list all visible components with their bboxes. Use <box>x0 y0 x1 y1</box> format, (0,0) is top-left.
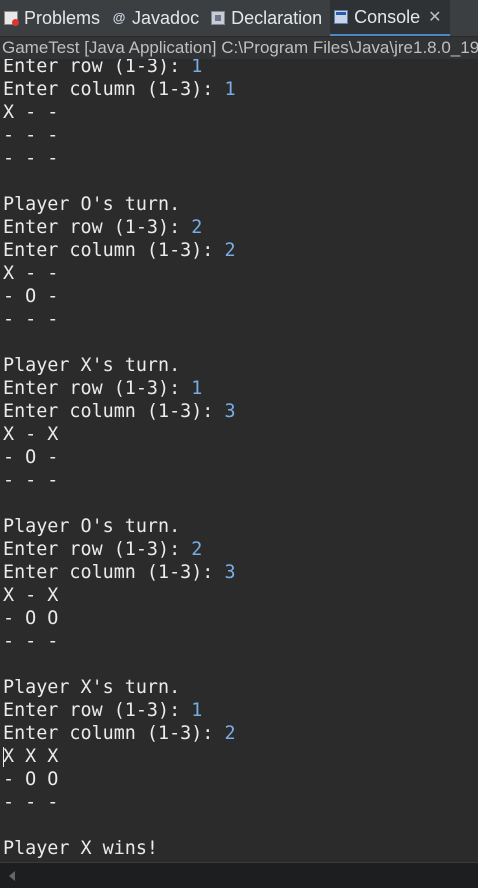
declaration-icon <box>211 11 226 25</box>
console-output-text: - O - <box>3 447 59 468</box>
console-line: Enter column (1-3): 1 <box>3 78 236 101</box>
view-tab-bar: Problems @ Javadoc Declaration Console ✕ <box>0 0 478 37</box>
scroll-left-icon[interactable] <box>9 871 15 881</box>
console-line: Enter column (1-3): 2 <box>3 722 236 745</box>
console-user-input: 3 <box>224 401 236 422</box>
console-line: Enter row (1-3): 2 <box>3 216 236 239</box>
console-output-text: - O - <box>3 286 59 307</box>
console-line: - O - <box>3 446 236 469</box>
console-line: X - X <box>3 584 236 607</box>
console-lines: Enter row (1-3): 1 Enter column (1-3): 1X… <box>3 59 236 860</box>
console-line: X - - <box>3 262 236 285</box>
horizontal-scrollbar[interactable] <box>0 862 478 888</box>
console-user-input: 2 <box>191 217 203 238</box>
console-line: Enter row (1-3): 1 <box>3 59 236 78</box>
console-output-text: X - - <box>3 263 59 284</box>
console-line: Enter row (1-3): 2 <box>3 538 236 561</box>
console-line: Enter column (1-3): 2 <box>3 239 236 262</box>
console-output-text: X - X <box>3 585 59 606</box>
console-line: X - - <box>3 101 236 124</box>
console-output-text: - O O <box>3 608 59 629</box>
console-line: - - - <box>3 469 236 492</box>
console-line: Player X wins! <box>3 837 236 860</box>
console-output[interactable]: Enter row (1-3): 1 Enter column (1-3): 1X… <box>0 59 478 862</box>
console-line: Enter column (1-3): 3 <box>3 400 236 423</box>
console-output-text: X X X <box>3 746 59 767</box>
console-line: Enter row (1-3): 1 <box>3 699 236 722</box>
console-line: - O - <box>3 285 236 308</box>
console-output-text: - - - <box>3 631 59 652</box>
console-line: Enter column (1-3): 3 <box>3 561 236 584</box>
console-line: - O O <box>3 607 236 630</box>
console-line: Player O's turn. <box>3 193 236 216</box>
console-user-input: 2 <box>191 539 203 560</box>
console-output-text: Enter column (1-3): <box>3 723 225 744</box>
console-output-text: Player O's turn. <box>3 194 181 215</box>
console-output-text: X - X <box>3 424 59 445</box>
console-user-input: 2 <box>224 240 236 261</box>
console-output-text: Enter column (1-3): <box>3 240 225 261</box>
console-user-input: 3 <box>224 562 236 583</box>
console-output-text: Enter column (1-3): <box>3 562 225 583</box>
console-output-text: Player X's turn. <box>3 677 181 698</box>
console-line: Player X's turn. <box>3 354 236 377</box>
tab-javadoc-label: Javadoc <box>132 7 200 28</box>
console-output-text: - - - <box>3 470 59 491</box>
javadoc-icon: @ <box>112 10 126 25</box>
console-output-text: Player O's turn. <box>3 516 181 537</box>
console-line: - - - <box>3 124 236 147</box>
tab-declaration[interactable]: Declaration <box>207 0 330 36</box>
console-user-input: 1 <box>191 378 203 399</box>
console-line: - - - <box>3 791 236 814</box>
problems-icon <box>4 11 19 26</box>
console-user-input: 1 <box>191 700 203 721</box>
console-icon <box>334 10 349 24</box>
console-output-text: Enter column (1-3): <box>3 79 225 100</box>
console-output-text: - - - <box>3 125 59 146</box>
console-output-text: Enter row (1-3): <box>3 539 192 560</box>
console-output-text: X - - <box>3 102 59 123</box>
console-output-text: - O O <box>3 769 59 790</box>
console-title: GameTest [Java Application] C:\Program F… <box>0 37 478 59</box>
console-user-input: 1 <box>224 79 236 100</box>
console-line: - - - <box>3 147 236 170</box>
close-icon[interactable]: ✕ <box>428 7 441 27</box>
tab-javadoc[interactable]: @ Javadoc <box>108 0 207 36</box>
console-output-text: - - - <box>3 309 59 330</box>
console-output-text: - - - <box>3 792 59 813</box>
console-line: Player X's turn. <box>3 676 236 699</box>
console-line: Player O's turn. <box>3 515 236 538</box>
console-output-text: - - - <box>3 148 59 169</box>
console-line: X - X <box>3 423 236 446</box>
tab-console-label: Console <box>354 6 421 27</box>
console-line: Enter row (1-3): 1 <box>3 377 236 400</box>
console-output-text: Enter column (1-3): <box>3 401 225 422</box>
console-output-text: Enter row (1-3): <box>3 700 192 721</box>
console-output-text: Enter row (1-3): <box>3 59 192 77</box>
console-output-text: Player X wins! <box>3 838 159 859</box>
console-output-text: Enter row (1-3): <box>3 217 192 238</box>
tab-declaration-label: Declaration <box>231 7 323 28</box>
console-line: - O O <box>3 768 236 791</box>
console-line: - - - <box>3 308 236 331</box>
console-output-text: Enter row (1-3): <box>3 378 192 399</box>
tab-problems[interactable]: Problems <box>0 0 108 36</box>
console-line: - - - <box>3 630 236 653</box>
console-line: X X X <box>3 745 236 768</box>
tab-problems-label: Problems <box>24 7 101 28</box>
console-user-input: 2 <box>224 723 236 744</box>
console-output-text: Player X's turn. <box>3 355 181 376</box>
console-user-input: 1 <box>191 59 203 77</box>
tab-console[interactable]: Console ✕ <box>330 0 450 36</box>
